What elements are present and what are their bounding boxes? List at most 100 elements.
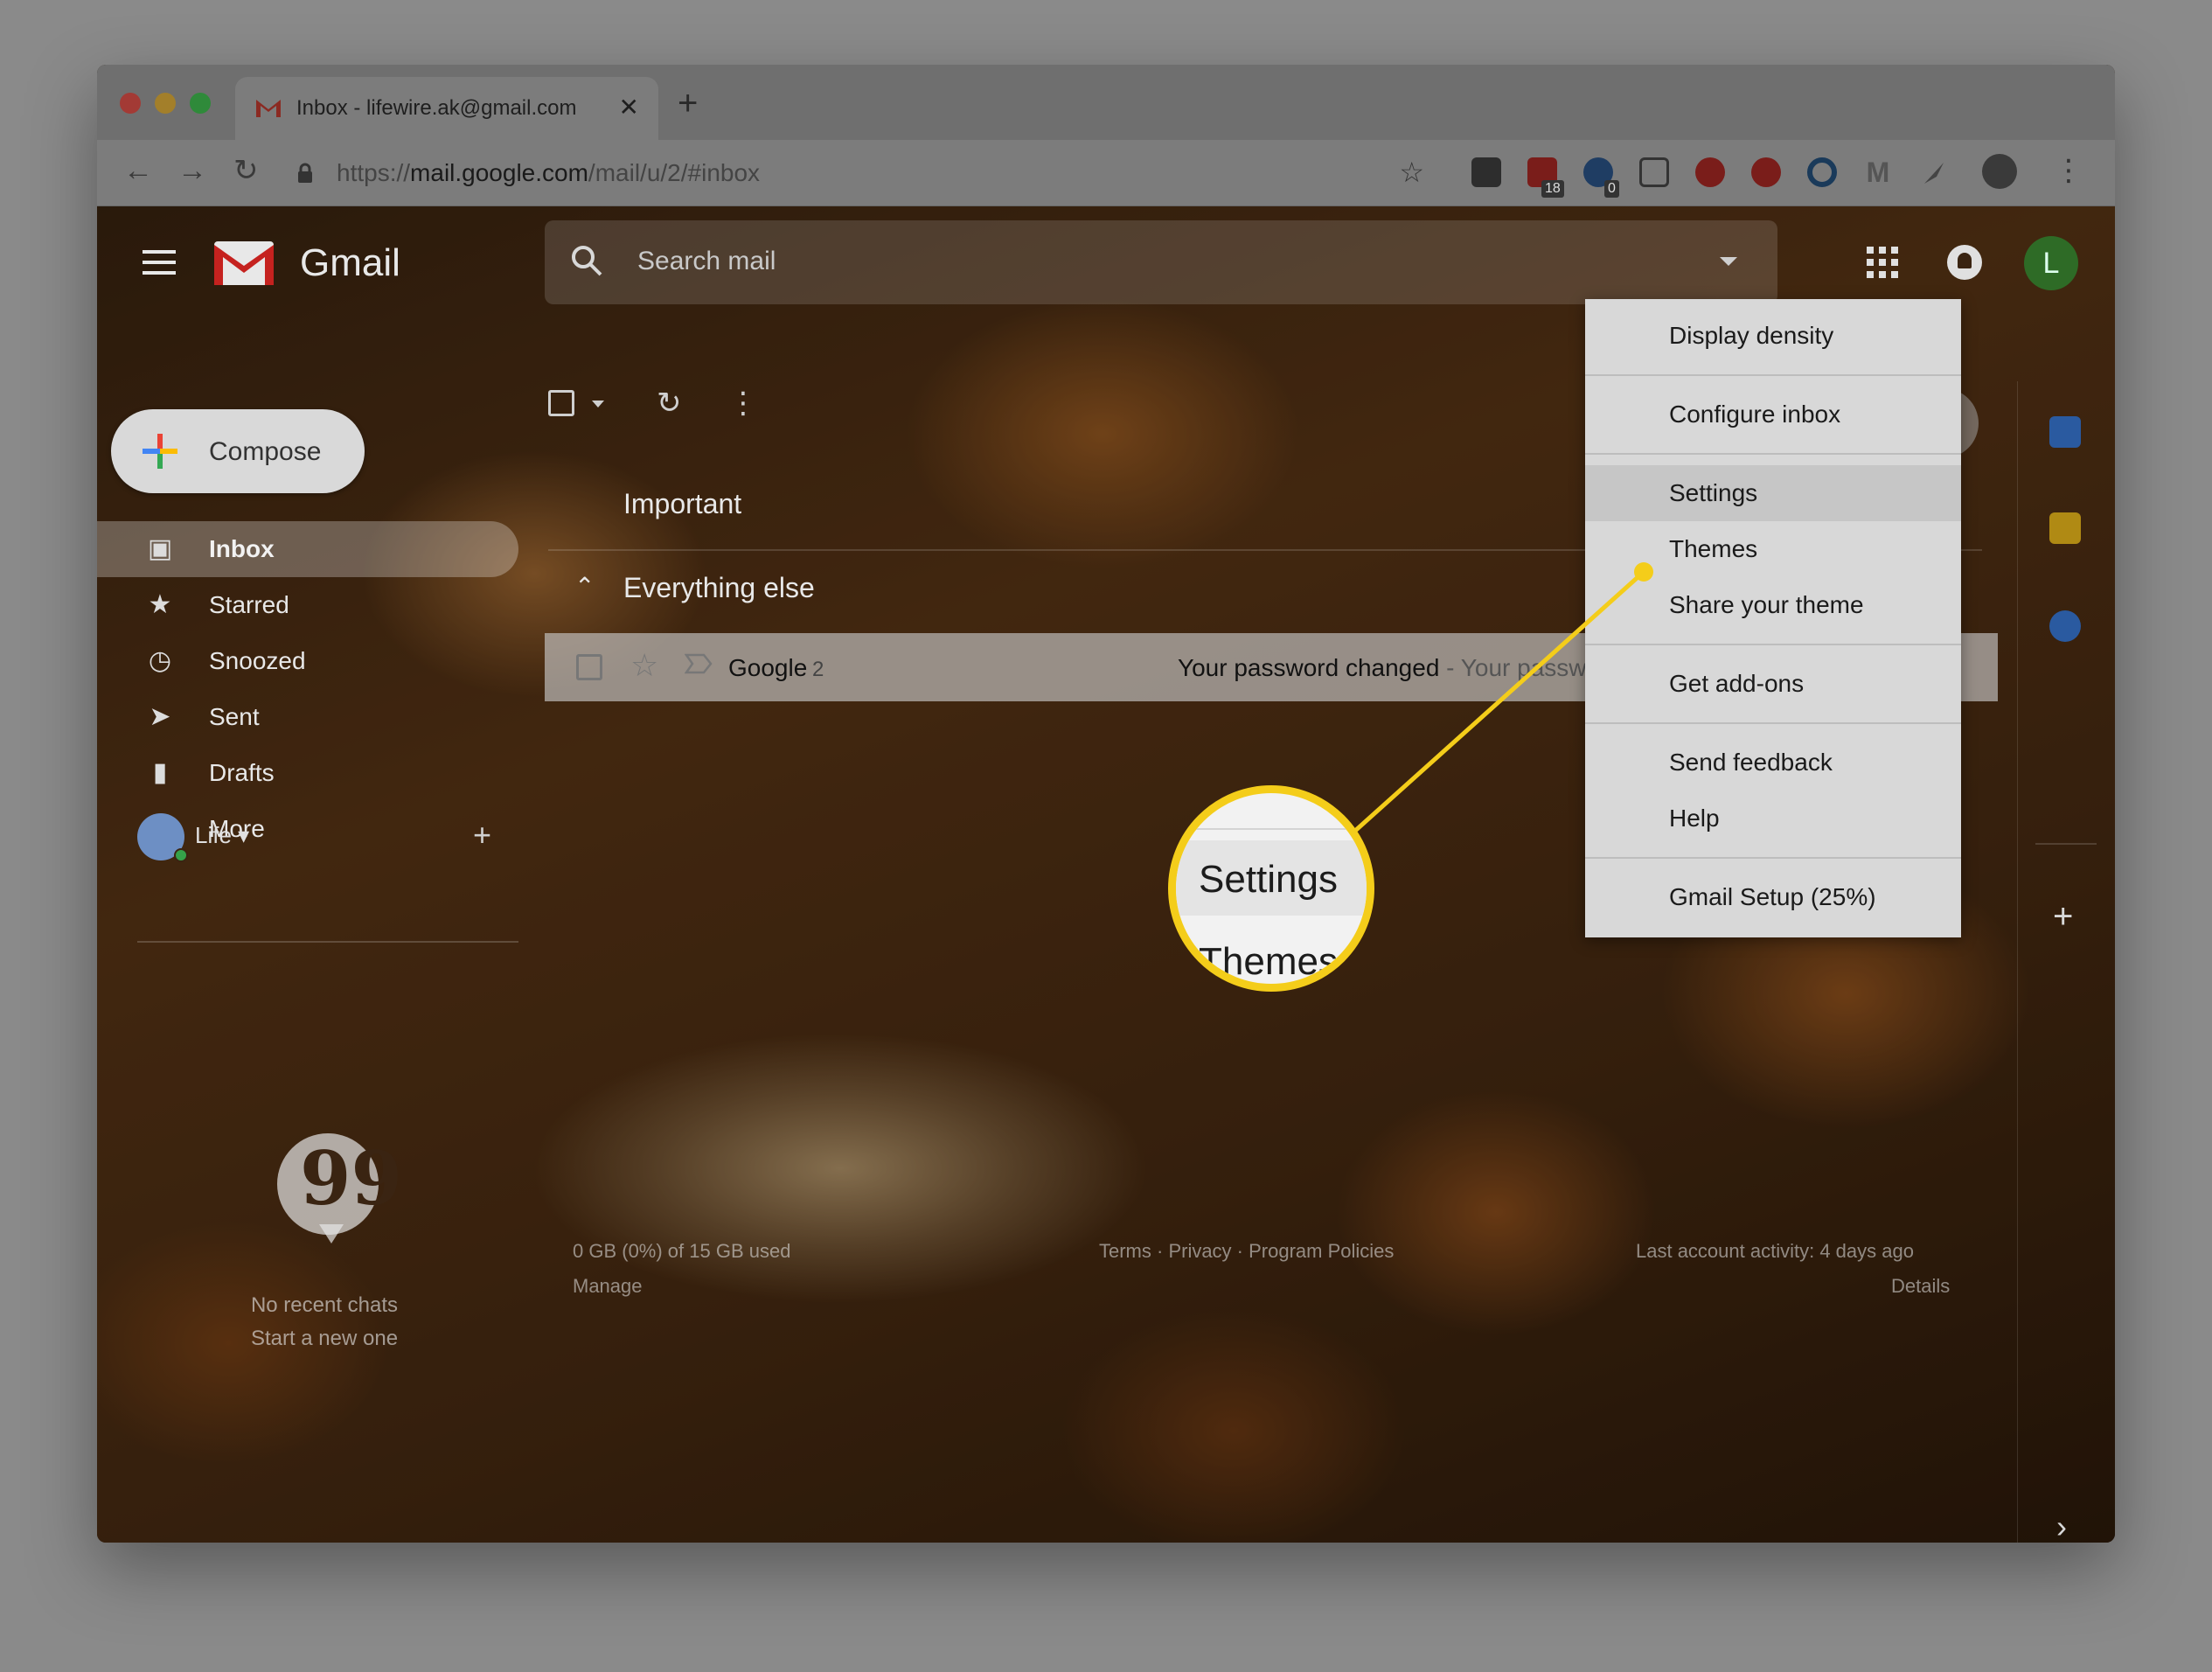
menu-item-share-theme[interactable]: Share your theme xyxy=(1585,577,1961,633)
clock-icon: ◷ xyxy=(148,646,172,675)
new-tab-button[interactable]: + xyxy=(678,86,698,121)
section-important[interactable]: Important xyxy=(623,488,741,520)
menu-item-configure-inbox[interactable]: Configure inbox xyxy=(1585,387,1961,442)
star-icon[interactable]: ☆ xyxy=(630,647,658,684)
adblock-extension-icon[interactable] xyxy=(1695,157,1725,187)
collapse-chevron-icon[interactable]: ⌃ xyxy=(574,572,595,601)
hangouts-quote-icon: 99 xyxy=(277,1133,402,1244)
menu-item-get-add-ons[interactable]: Get add-ons xyxy=(1585,656,1961,712)
gmail-favicon-icon xyxy=(256,100,281,117)
sidebar-item-label: Drafts xyxy=(209,759,275,786)
cast-icon[interactable] xyxy=(1639,157,1669,187)
select-dropdown-icon[interactable] xyxy=(592,401,604,408)
divider xyxy=(2035,843,2097,845)
menu-item-label: Display density xyxy=(1669,322,1834,349)
bookmark-star-icon[interactable]: ☆ xyxy=(1399,156,1424,189)
browser-menu-icon[interactable]: ⋮ xyxy=(2054,156,2083,185)
tab-close-icon[interactable]: ✕ xyxy=(619,93,639,122)
apps-grid-icon[interactable] xyxy=(1867,247,1898,278)
menu-item-gmail-setup[interactable]: Gmail Setup (25%) xyxy=(1585,869,1961,925)
sidebar-item-starred[interactable]: ★ Starred xyxy=(97,577,518,633)
sidebar-item-snoozed[interactable]: ◷ Snoozed xyxy=(97,633,518,689)
menu-item-label: Help xyxy=(1669,805,1720,832)
menu-item-display-density[interactable]: Display density xyxy=(1585,308,1961,364)
account-avatar[interactable]: L xyxy=(2024,236,2078,290)
menu-item-label: Themes xyxy=(1669,535,1758,562)
footer-links[interactable]: Terms · Privacy · Program Policies xyxy=(1099,1240,1394,1263)
gmail-wordmark: Gmail xyxy=(300,241,400,284)
send-icon: ➤ xyxy=(149,702,171,731)
browser-toolbar: ← → ↻ https://mail.google.com/mail/u/2/#… xyxy=(97,140,2115,206)
menu-item-themes[interactable]: Themes xyxy=(1585,521,1961,577)
add-ons-plus-icon[interactable]: + xyxy=(2053,899,2073,934)
maximize-window-button[interactable] xyxy=(190,93,211,114)
forward-arrow-icon[interactable]: → xyxy=(177,156,207,185)
sidebar-item-sent[interactable]: ➤ Sent xyxy=(97,689,518,745)
hangouts-user-name: Life ▾ xyxy=(195,822,250,848)
important-marker-icon[interactable] xyxy=(685,652,713,675)
sidebar-item-label: Sent xyxy=(209,703,260,730)
star-icon: ★ xyxy=(148,590,172,619)
search-input[interactable]: Search mail xyxy=(545,220,1777,304)
menu-item-send-feedback[interactable]: Send feedback xyxy=(1585,735,1961,791)
address-bar[interactable]: https://mail.google.com/mail/u/2/#inbox … xyxy=(282,149,1438,198)
activity-details-link[interactable]: Details xyxy=(1891,1275,1950,1298)
hangouts-user-row[interactable]: Life ▾ + xyxy=(97,803,518,864)
select-all-checkbox[interactable] xyxy=(548,390,574,416)
divider xyxy=(1176,828,1367,830)
chevron-right-icon[interactable]: › xyxy=(2056,1511,2067,1543)
compose-button[interactable]: Compose xyxy=(111,409,365,493)
hangouts-empty-state: No recent chats Start a new one xyxy=(193,1289,456,1355)
add-chat-button[interactable]: + xyxy=(473,817,491,853)
sidebar-item-inbox[interactable]: ▣ Inbox xyxy=(97,521,518,577)
notifications-icon[interactable] xyxy=(1947,245,1982,280)
menu-item-settings[interactable]: Settings xyxy=(1585,465,1961,521)
pinterest-extension-icon[interactable] xyxy=(1751,157,1781,187)
compose-label: Compose xyxy=(209,437,322,466)
divider xyxy=(1585,374,1961,376)
gmail-logo-icon xyxy=(214,241,274,285)
no-chats-text: No recent chats xyxy=(250,1293,399,1317)
browser-tab[interactable]: Inbox - lifewire.ak@gmail.com ✕ xyxy=(235,77,658,140)
tasks-icon[interactable] xyxy=(2049,610,2081,642)
search-icon xyxy=(572,246,602,276)
menu-item-label: Settings xyxy=(1669,479,1758,506)
divider xyxy=(1585,857,1961,859)
magnified-settings-label: Settings xyxy=(1199,858,1338,901)
keep-icon[interactable] xyxy=(2049,512,2081,544)
row-checkbox[interactable] xyxy=(576,654,602,680)
divider xyxy=(1585,453,1961,455)
menu-item-help[interactable]: Help xyxy=(1585,791,1961,846)
sidebar-item-label: Inbox xyxy=(209,535,275,562)
feather-extension-icon[interactable] xyxy=(1919,157,1949,187)
profile-avatar[interactable] xyxy=(1982,154,2017,189)
storage-usage: 0 GB (0%) of 15 GB used xyxy=(573,1240,791,1262)
callout-magnifier: Settings Themes xyxy=(1168,785,1374,992)
back-arrow-icon[interactable]: ← xyxy=(123,156,153,185)
refresh-icon[interactable]: ↻ xyxy=(657,388,682,418)
calendar-icon[interactable] xyxy=(2049,416,2081,448)
close-window-button[interactable] xyxy=(120,93,141,114)
sidebar-item-label: Starred xyxy=(209,591,289,618)
inbox-icon: ▣ xyxy=(147,534,173,563)
minimize-window-button[interactable] xyxy=(155,93,176,114)
more-options-icon[interactable]: ⋮ xyxy=(728,388,758,418)
last-activity: Last account activity: 4 days ago xyxy=(1636,1240,1914,1262)
pocket-extension-icon[interactable] xyxy=(1471,157,1501,187)
search-options-icon[interactable] xyxy=(1720,257,1737,266)
start-new-chat-link[interactable]: Start a new one xyxy=(193,1322,456,1355)
section-everything-else[interactable]: Everything else xyxy=(623,572,815,604)
sidebar-item-drafts[interactable]: ▮ Drafts xyxy=(97,745,518,801)
extension-badge: 0 xyxy=(1604,180,1619,198)
search-placeholder: Search mail xyxy=(637,247,776,275)
divider xyxy=(137,941,518,943)
magnified-themes-label: Themes xyxy=(1199,940,1338,983)
file-icon: ▮ xyxy=(152,758,168,787)
circle-extension-icon[interactable] xyxy=(1807,157,1837,187)
manage-storage-link[interactable]: Manage xyxy=(573,1275,643,1298)
lock-icon xyxy=(298,163,312,183)
menu-item-label: Get add-ons xyxy=(1669,670,1805,697)
medium-extension-icon[interactable]: M xyxy=(1863,157,1893,187)
main-menu-icon[interactable] xyxy=(143,250,176,275)
reload-icon[interactable]: ↻ xyxy=(233,156,259,185)
